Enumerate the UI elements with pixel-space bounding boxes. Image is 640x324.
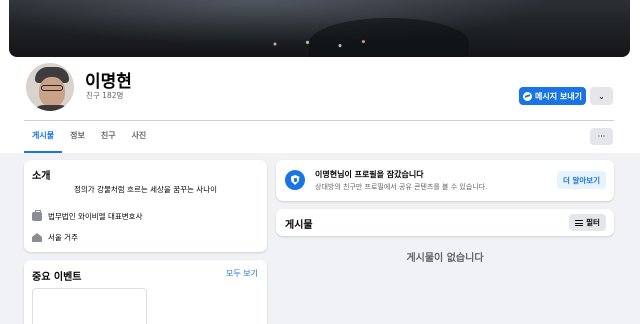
message-button[interactable]: 메시지 보내기 <box>519 87 586 105</box>
profile-name: 이명현 <box>85 72 132 92</box>
tabs-more-button[interactable]: ··· <box>590 128 613 145</box>
events-title: 중요 이벤트 <box>32 272 82 283</box>
avatar[interactable] <box>24 61 76 113</box>
intro-work-text[interactable]: 법무법인 와이비엘 대표변호사 <box>48 211 142 222</box>
message-button-label: 메시지 보내기 <box>535 91 582 101</box>
lock-badge <box>285 170 305 190</box>
locked-title: 이명현님이 프로필을 잠갔습니다 <box>315 170 424 179</box>
no-posts-message: 게시물이 없습니다 <box>406 253 484 264</box>
posts-header-card <box>276 209 614 236</box>
messenger-icon <box>523 91 533 101</box>
home-icon <box>32 233 42 242</box>
filter-label: 필터 <box>586 218 600 227</box>
locked-description: 상대방의 친구만 프로필에서 공유 콘텐츠를 볼 수 있습니다. <box>315 183 488 191</box>
learn-more-button[interactable]: 더 알아보기 <box>557 171 606 189</box>
tab-posts[interactable]: 게시물 <box>24 121 63 153</box>
shield-lock-icon <box>290 175 300 185</box>
event-thumbnail[interactable] <box>32 288 147 324</box>
cover-photo[interactable] <box>9 0 630 57</box>
see-all-link[interactable]: 모두 보기 <box>226 268 258 279</box>
intro-title: 소개 <box>32 171 51 182</box>
cover-city-lights <box>249 36 379 52</box>
profile-tabs: 게시물 정보 친구 사진 <box>24 121 154 153</box>
chevron-down-icon: ⌄ <box>598 91 605 101</box>
tab-about[interactable]: 정보 <box>62 121 93 152</box>
profile-header: 이명현 친구 182명 메시지 보내기 ⌄ 게시물 정보 친구 사진 ··· <box>0 0 640 153</box>
intro-work-row: 법무법인 와이비엘 대표변호사 <box>32 210 142 222</box>
filter-icon <box>575 219 584 226</box>
intro-bio: 정의가 강물처럼 흐르는 세상을 꿈꾸는 사나이 <box>73 185 218 194</box>
friends-count[interactable]: 친구 182명 <box>86 90 123 101</box>
tab-friends[interactable]: 친구 <box>93 121 124 152</box>
avatar-shirt <box>30 105 74 111</box>
tab-photos[interactable]: 사진 <box>124 121 155 152</box>
avatar-face <box>39 77 65 107</box>
filter-button[interactable]: 필터 <box>569 214 606 231</box>
profile-more-button[interactable]: ⌄ <box>590 87 613 105</box>
avatar-glasses <box>41 85 63 91</box>
briefcase-icon <box>32 210 42 221</box>
intro-home-row: 서울 거주 <box>32 232 78 243</box>
posts-title: 게시물 <box>285 220 313 231</box>
more-dots-icon: ··· <box>597 132 606 141</box>
intro-home-text[interactable]: 서울 거주 <box>48 232 78 243</box>
